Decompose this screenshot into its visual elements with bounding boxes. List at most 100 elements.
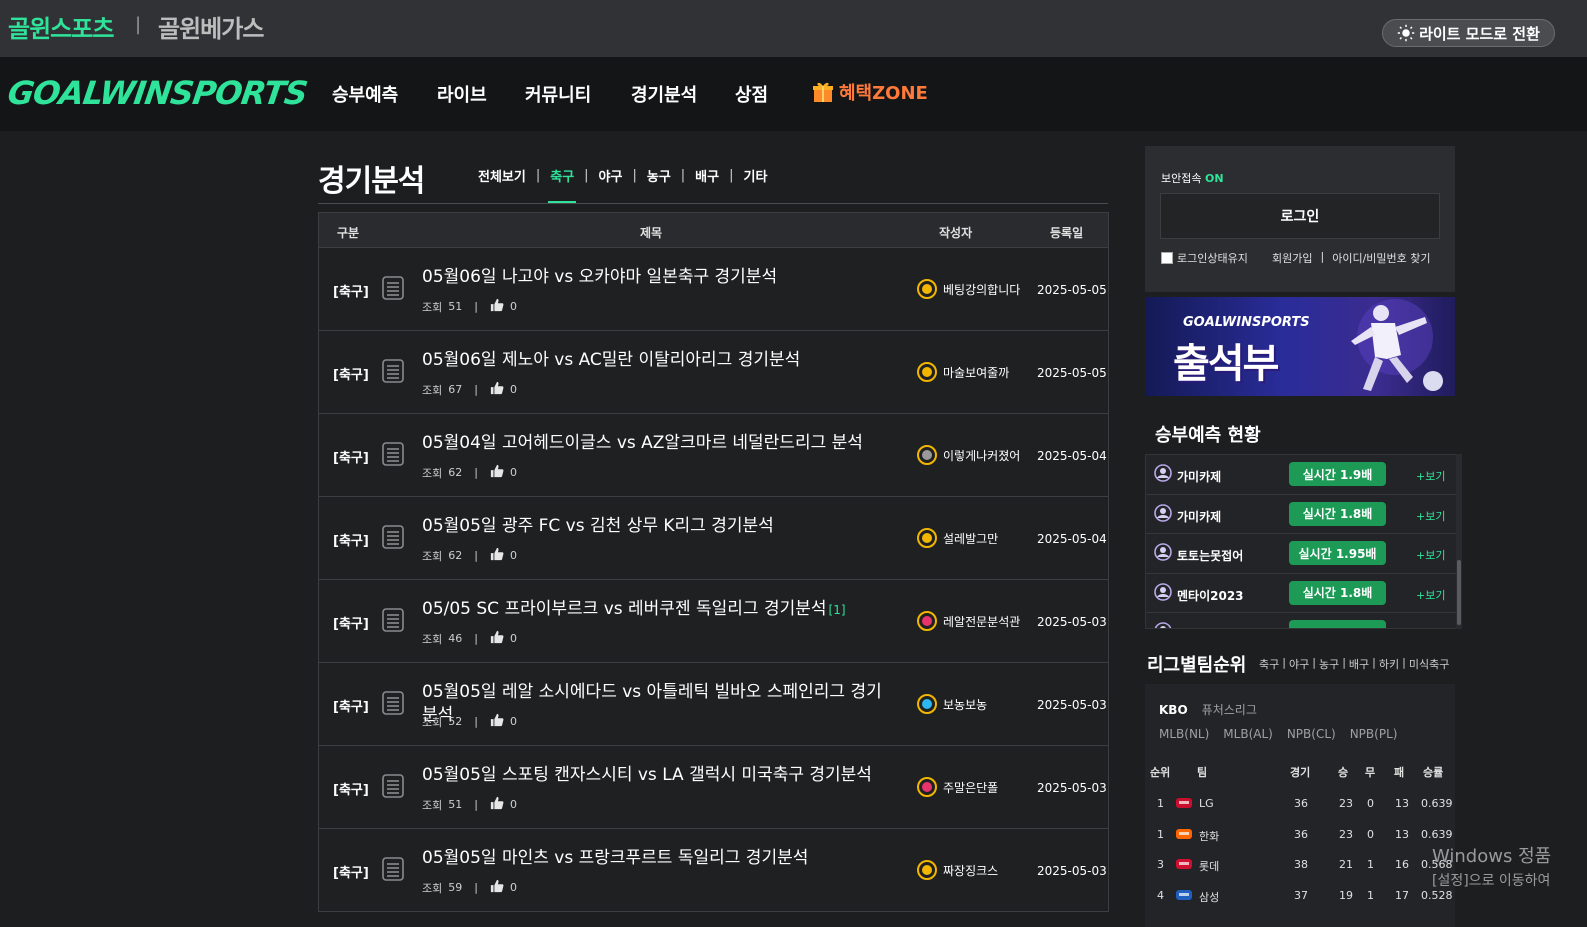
predictions-scroll-thumb[interactable] <box>1457 560 1461 625</box>
site-logo[interactable]: GOALWINSPORTS <box>5 74 309 112</box>
sport-filter-item[interactable]: 농구 <box>1319 656 1339 672</box>
view-more-link[interactable]: +보기 <box>1416 468 1445 484</box>
nav-live[interactable]: 라이브 <box>437 81 487 107</box>
league-tab[interactable]: NPB(PL) <box>1350 727 1398 741</box>
attendance-banner[interactable]: GOALWINSPORTS 출석부 <box>1145 297 1455 396</box>
row-title-link[interactable]: 05월05일 마인츠 vs 프랑크푸르트 독일리그 경기분석 <box>422 847 892 870</box>
live-odds-button[interactable] <box>1289 620 1386 628</box>
table-row[interactable]: [축구] 05월06일 나고야 vs 오카야마 일본축구 경기분석 조회 51 | 0 베팅… <box>318 248 1109 331</box>
nav-prediction[interactable]: 승부예측 <box>332 81 398 107</box>
league-tab[interactable]: MLB(AL) <box>1223 727 1273 741</box>
tab-soccer[interactable]: 축구 <box>548 166 577 203</box>
nav-community[interactable]: 커뮤니티 <box>525 81 591 107</box>
brand-separator: | <box>135 14 142 35</box>
keep-login-checkbox[interactable] <box>1161 252 1173 264</box>
row-author[interactable]: 보농보농 <box>917 694 987 714</box>
row-title-link[interactable]: 05월06일 제노아 vs AC밀란 이탈리아리그 경기분석 <box>422 349 892 372</box>
nav-shop[interactable]: 상점 <box>735 81 768 107</box>
sport-filter-item[interactable]: 하키 <box>1379 656 1399 672</box>
sport-filter-item[interactable]: 야구 <box>1289 656 1309 672</box>
table-row[interactable]: [축구] 05월04일 고어헤드이글스 vs AZ알크마르 네덜란드리그 분석 조회… <box>318 414 1109 497</box>
view-more-link[interactable]: +보기 <box>1416 587 1445 603</box>
thumbs-up-icon[interactable] <box>490 713 510 730</box>
predictor-name: 가미카제 <box>1177 470 1222 484</box>
thumbs-up-icon[interactable] <box>490 630 510 647</box>
view-more-link[interactable]: +보기 <box>1416 547 1445 563</box>
table-row[interactable]: [축구] 05월06일 제노아 vs AC밀란 이탈리아리그 경기분석 조회 67 | 0… <box>318 331 1109 414</box>
row-title-link[interactable]: 05/05 SC 프라이부르크 vs 레버쿠젠 독일리그 경기분석 [1] <box>422 598 892 622</box>
nav-analysis[interactable]: 경기분석 <box>631 81 697 107</box>
standings-row[interactable]: 3 롯데 38 21 1 16 0.568 <box>1145 850 1455 880</box>
live-odds-button[interactable]: 실시간 1.8배 <box>1289 501 1386 526</box>
prediction-row[interactable]: 가미카제 실시간 1.9배 +보기 <box>1146 455 1461 495</box>
prediction-row[interactable] <box>1146 613 1461 628</box>
main-nav: GOALWINSPORTS 승부예측 라이브 커뮤니티 경기분석 상점 혜택ZO… <box>0 57 1587 131</box>
row-date: 2025-05-05 <box>1037 283 1107 297</box>
row-author[interactable]: 마술보여줄까 <box>917 362 1009 382</box>
live-odds-button[interactable]: 실시간 1.95배 <box>1289 541 1386 565</box>
document-list-icon <box>381 607 405 633</box>
thumbs-up-icon[interactable] <box>490 879 510 896</box>
standings-row[interactable]: 1 LG 36 23 0 13 0.639 <box>1145 789 1455 819</box>
predictions-title: 승부예측 현황 <box>1155 425 1261 446</box>
row-title-link[interactable]: 05월06일 나고야 vs 오카야마 일본축구 경기분석 <box>422 266 892 289</box>
live-odds-button[interactable]: 실시간 1.8배 <box>1289 580 1386 605</box>
light-mode-button[interactable]: 라이트 모드로 전환 <box>1382 19 1555 47</box>
prediction-row[interactable]: 가미카제 실시간 1.8배 +보기 <box>1146 495 1461 534</box>
keep-login[interactable]: 로그인상태유지 <box>1161 250 1248 266</box>
row-title: 05월05일 광주 FC vs 김천 상무 K리그 경기분석 <box>422 516 774 536</box>
thumbs-up-icon[interactable] <box>490 298 510 315</box>
row-meta: 조회 62 | 0 <box>422 547 517 564</box>
row-author[interactable]: 짜장징크스 <box>917 860 998 880</box>
sport-filter-item[interactable]: 미식축구 <box>1409 656 1449 672</box>
predictor-name: 토토는못접어 <box>1177 549 1244 563</box>
row-author[interactable]: 레알전문분석관 <box>917 611 1020 631</box>
table-row[interactable]: [축구] 05/05 SC 프라이부르크 vs 레버쿠젠 독일리그 경기분석 [1]… <box>318 580 1109 663</box>
thumbs-up-icon[interactable] <box>490 464 510 481</box>
row-title: 05월05일 마인츠 vs 프랑크푸르트 독일리그 경기분석 <box>422 848 809 868</box>
sport-filter-item[interactable]: 축구 <box>1259 656 1279 672</box>
team-logo-icon <box>1175 795 1193 811</box>
table-row[interactable]: [축구] 05월05일 광주 FC vs 김천 상무 K리그 경기분석 조회 62 | 0… <box>318 497 1109 580</box>
thumbs-up-icon[interactable] <box>490 547 510 564</box>
table-row[interactable]: [축구] 05월05일 레알 소시에다드 vs 아틀레틱 빌바오 스페인리그 경기… <box>318 663 1109 746</box>
standings-draw: 1 <box>1367 888 1374 902</box>
league-tab[interactable]: NPB(CL) <box>1287 727 1336 741</box>
signup-link[interactable]: 회원가입 <box>1272 250 1312 266</box>
row-title: 05월06일 나고야 vs 오카야마 일본축구 경기분석 <box>422 267 778 287</box>
tab-volleyball[interactable]: 배구 <box>695 166 719 185</box>
standings-loss: 13 <box>1395 797 1409 810</box>
table-row[interactable]: [축구] 05월05일 스포팅 캔자스시티 vs LA 갤럭시 미국축구 경기분석… <box>318 746 1109 829</box>
tab-etc[interactable]: 기타 <box>743 166 767 185</box>
row-author[interactable]: 이렇게나커졌어 <box>917 445 1020 465</box>
prediction-row[interactable]: 토토는못접어 실시간 1.95배 +보기 <box>1146 534 1461 574</box>
standings-row[interactable]: 4 삼성 37 19 1 17 0.528 <box>1145 881 1455 911</box>
row-title-link[interactable]: 05월04일 고어헤드이글스 vs AZ알크마르 네덜란드리그 분석 <box>422 432 892 455</box>
tab-basketball[interactable]: 농구 <box>647 166 671 185</box>
thumbs-up-icon[interactable] <box>490 381 510 398</box>
row-author[interactable]: 설레발그만 <box>917 528 998 548</box>
league-tab[interactable]: MLB(NL) <box>1159 727 1209 741</box>
login-button[interactable]: 로그인 <box>1160 193 1440 239</box>
row-title-link[interactable]: 05월05일 광주 FC vs 김천 상무 K리그 경기분석 <box>422 515 892 538</box>
row-title-link[interactable]: 05월05일 스포팅 캔자스시티 vs LA 갤럭시 미국축구 경기분석 <box>422 764 892 787</box>
brand-goalwin-vegas[interactable]: 골윈베가스 <box>158 9 264 44</box>
live-odds-button[interactable]: 실시간 1.9배 <box>1289 462 1386 486</box>
tab-all[interactable]: 전체보기 <box>478 166 526 185</box>
login-panel: 보안접속 ON 로그인 로그인상태유지 회원가입 | 아이디/비밀번호 찾기 <box>1145 146 1455 292</box>
row-meta: 조회 51 | 0 <box>422 796 517 813</box>
row-author[interactable]: 베팅강의합니다 <box>917 279 1020 299</box>
sport-filter-item[interactable]: 배구 <box>1349 656 1369 672</box>
find-account-link[interactable]: 아이디/비밀번호 찾기 <box>1332 250 1430 266</box>
league-tab[interactable]: KBO <box>1159 703 1188 717</box>
prediction-row[interactable]: 멘타이2023 실시간 1.8배 +보기 <box>1146 574 1461 613</box>
thumbs-up-icon[interactable] <box>490 796 510 813</box>
league-tab[interactable]: 퓨처스리그 <box>1202 703 1257 717</box>
brand-goalwin-sports[interactable]: 골윈스포츠 <box>8 9 114 44</box>
nav-benefit-zone[interactable]: 혜택ZONE <box>811 79 928 105</box>
row-author[interactable]: 주말은단폴 <box>917 777 998 797</box>
tab-baseball[interactable]: 야구 <box>599 166 623 185</box>
view-more-link[interactable]: +보기 <box>1416 508 1445 524</box>
standings-row[interactable]: 1 한화 36 23 0 13 0.639 <box>1145 820 1455 850</box>
table-row[interactable]: [축구] 05월05일 마인츠 vs 프랑크푸르트 독일리그 경기분석 조회 59 | 0… <box>318 829 1109 912</box>
